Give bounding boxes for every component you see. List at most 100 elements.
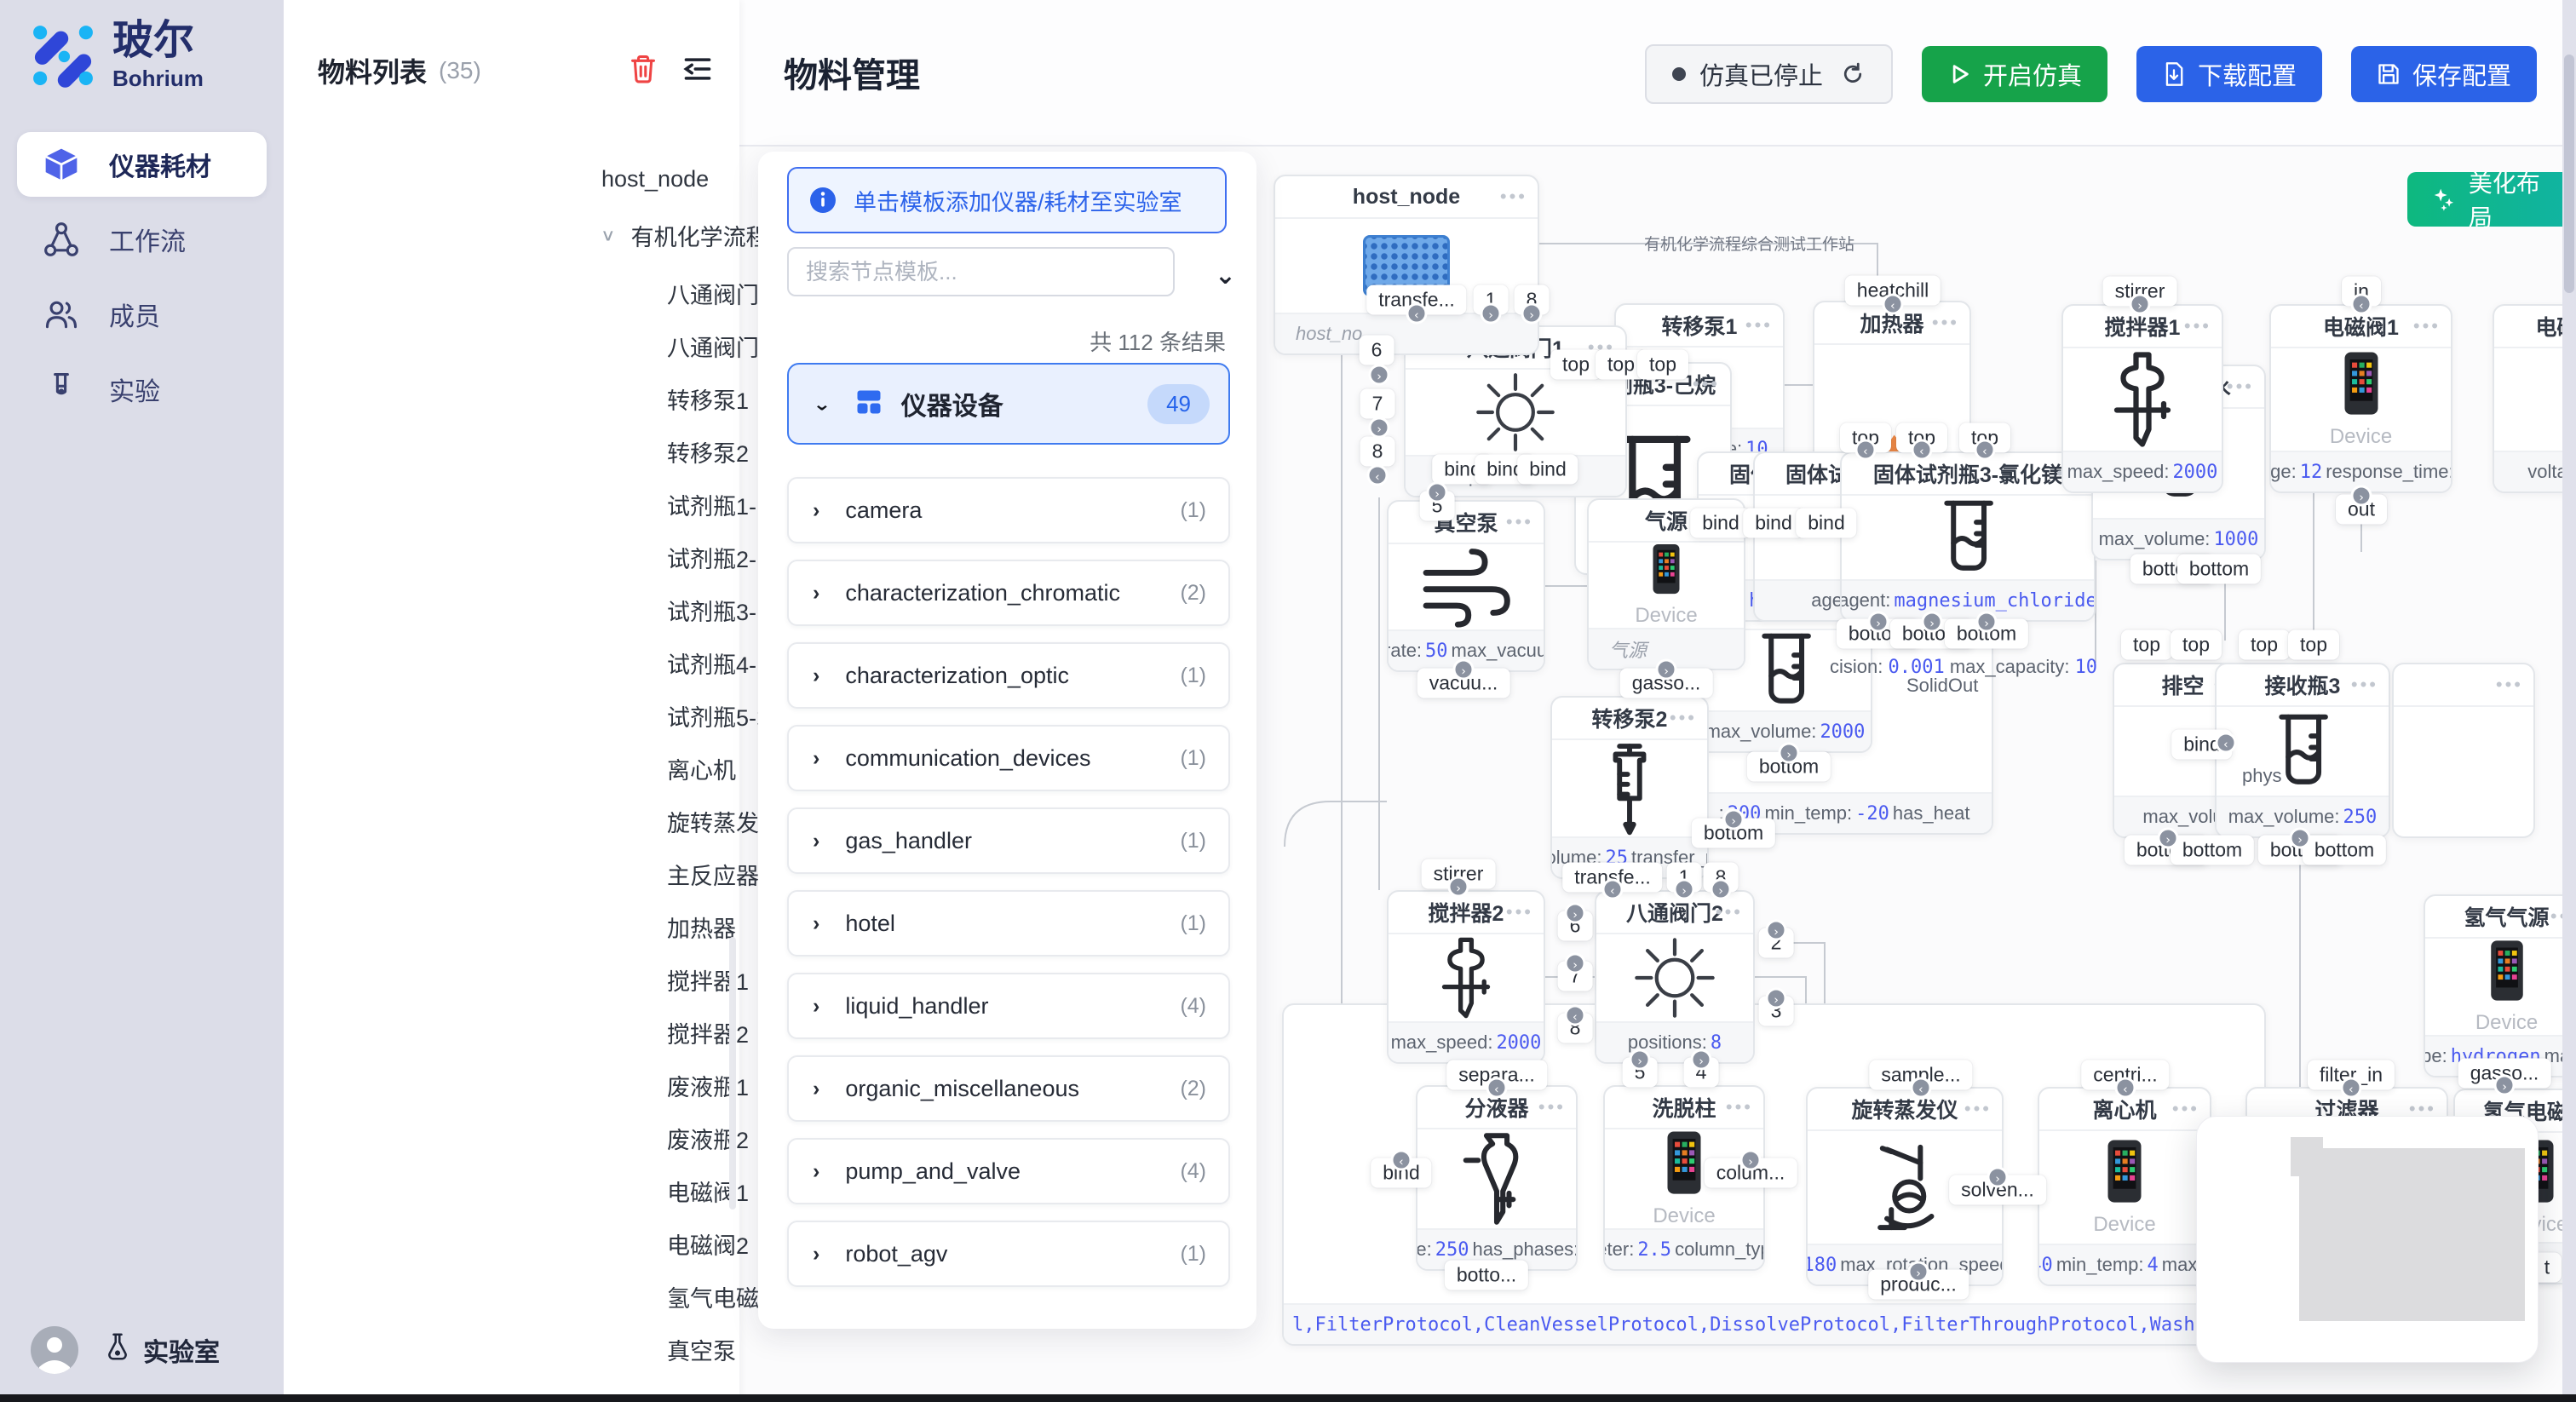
minimap[interactable] xyxy=(2196,1116,2539,1363)
port-dot[interactable]: › xyxy=(1656,659,1677,681)
port-dot[interactable]: › xyxy=(1922,612,1943,633)
port-dot[interactable]: ‹ xyxy=(1367,465,1389,486)
template-category-gas_handler[interactable]: › gas_handler (1) xyxy=(787,807,1230,874)
port-dot[interactable]: ‹ xyxy=(1975,440,1996,461)
template-category-communication_devices[interactable]: › communication_devices (1) xyxy=(787,725,1230,791)
template-category-organic_miscellaneous[interactable]: › organic_miscellaneous (2) xyxy=(787,1055,1230,1122)
tree-item[interactable]: 主反应器 xyxy=(667,850,759,898)
port-dot[interactable]: ‹ xyxy=(1912,440,1933,461)
collapse-list-icon[interactable] xyxy=(681,55,714,88)
port-dot[interactable]: › xyxy=(1565,903,1586,924)
tree-item[interactable]: 转移泵1 xyxy=(667,375,749,422)
port-dot[interactable]: ‹ xyxy=(2341,1077,2362,1099)
materials-scrollbar[interactable] xyxy=(729,937,736,1210)
node-menu-icon[interactable]: ••• xyxy=(2413,306,2441,347)
sidebar-item-1[interactable]: 工作流 xyxy=(17,207,267,272)
beautify-layout-button[interactable]: 美化布局 xyxy=(2407,172,2576,227)
canvas-node[interactable]: 离心机•••Devicep: 40 min_temp: 4 max_spe xyxy=(2038,1087,2211,1286)
node-menu-icon[interactable]: ••• xyxy=(1745,305,1773,346)
port-dot[interactable]: › xyxy=(2130,294,2151,315)
page-scrollbar-thumb[interactable] xyxy=(2564,55,2574,293)
avatar[interactable] xyxy=(31,1326,78,1374)
node-menu-icon[interactable]: ••• xyxy=(1506,502,1533,543)
template-category-camera[interactable]: › camera (1) xyxy=(787,477,1230,543)
node-menu-icon[interactable]: ••• xyxy=(1538,1087,1566,1128)
port-dot[interactable]: ‹ xyxy=(1855,440,1877,461)
port-dot[interactable]: › xyxy=(2351,486,2372,507)
canvas-node[interactable]: 接收瓶3•••max_volume: 250 xyxy=(2215,663,2390,838)
template-category-characterization_chromatic[interactable]: › characterization_chromatic (2) xyxy=(787,560,1230,626)
template-category-characterization_optic[interactable]: › characterization_optic (1) xyxy=(787,642,1230,709)
port-dot[interactable]: › xyxy=(2494,1075,2516,1096)
node-menu-icon[interactable]: ••• xyxy=(2496,664,2523,705)
port-dot[interactable]: › xyxy=(1427,482,1448,503)
port-dot[interactable]: › xyxy=(1723,809,1745,830)
sidebar-item-0[interactable]: 仪器耗材 xyxy=(17,132,267,197)
start-simulation-button[interactable]: 开启仿真 xyxy=(1922,46,2107,102)
port-dot[interactable]: ‹ xyxy=(1486,1077,1508,1099)
sidebar-item-2[interactable]: 成员 xyxy=(17,282,267,347)
template-category-liquid_handler[interactable]: › liquid_handler (4) xyxy=(787,973,1230,1039)
tree-item[interactable]: 电磁阀1 xyxy=(667,1167,749,1215)
template-category-pump_and_valve[interactable]: › pump_and_valve (4) xyxy=(787,1138,1230,1204)
canvas-node[interactable]: 电磁阀1•••Devicevoltage: 12 response_time: … xyxy=(2269,304,2452,493)
port-dot[interactable]: › xyxy=(1987,1167,2009,1188)
port-dot[interactable]: › xyxy=(1691,1049,1712,1071)
tree-item[interactable]: 转移泵2 xyxy=(667,428,749,475)
port-dot[interactable]: ‹ xyxy=(2351,294,2372,315)
canvas-node[interactable]: host_node•••host_no... xyxy=(1274,175,1539,355)
node-menu-icon[interactable]: ••• xyxy=(1670,698,1697,738)
port-dot[interactable]: › xyxy=(1976,612,1998,633)
node-menu-icon[interactable]: ••• xyxy=(1964,1089,1992,1129)
sidebar-item-lab[interactable]: 实验室 xyxy=(102,1331,220,1369)
port-dot[interactable]: › xyxy=(1908,1261,1929,1283)
node-menu-icon[interactable]: ••• xyxy=(2184,306,2211,347)
template-group-instruments[interactable]: ⌄ 仪器设备 49 xyxy=(787,363,1230,445)
canvas-node[interactable]: 固体试剂瓶3-氯化镁•••agent: magnesium_chloride xyxy=(1840,451,2096,622)
tree-item[interactable]: 加热器 xyxy=(667,903,736,951)
port-dot[interactable]: › xyxy=(1630,1049,1651,1071)
tree-item[interactable]: 八通阀门2 xyxy=(667,322,772,370)
canvas-node[interactable]: 转移泵2•••max_volume: 25 transfer_rate: 10 xyxy=(1550,696,1709,879)
search-template-input[interactable] xyxy=(787,247,1175,296)
node-menu-icon[interactable]: ••• xyxy=(1506,892,1533,933)
node-menu-icon[interactable]: ••• xyxy=(1693,364,1720,405)
port-dot[interactable]: › xyxy=(1740,1150,1762,1171)
trash-icon[interactable] xyxy=(629,54,658,89)
port-dot[interactable]: › xyxy=(1521,303,1543,325)
tree-item[interactable]: 八通阀门1 xyxy=(667,269,772,317)
tree-item[interactable]: 搅拌器2 xyxy=(667,1008,749,1056)
port-dot[interactable]: › xyxy=(2290,828,2311,849)
tree-item[interactable]: 搅拌器1 xyxy=(667,956,749,1003)
port-dot[interactable]: › xyxy=(1711,879,1732,900)
node-menu-icon[interactable]: ••• xyxy=(2351,664,2378,705)
port-dot[interactable]: ‹ xyxy=(1406,303,1428,325)
port-dot[interactable]: ‹ xyxy=(1391,1150,1412,1171)
port-dot[interactable]: ‹ xyxy=(1602,879,1624,900)
node-menu-icon[interactable]: ••• xyxy=(2227,366,2254,407)
canvas-node[interactable]: 分液器•••volume: 250 has_phases: true xyxy=(1416,1085,1578,1271)
node-menu-icon[interactable]: ••• xyxy=(2172,1089,2199,1129)
tree-item[interactable]: 废液瓶2 xyxy=(667,1114,749,1162)
tree-item[interactable]: 真空泵 xyxy=(667,1325,736,1373)
port-dot[interactable]: › xyxy=(1481,303,1502,325)
port-dot[interactable]: ‹ xyxy=(1911,1077,1932,1099)
download-config-button[interactable]: 下载配置 xyxy=(2136,46,2322,102)
sidebar-item-3[interactable]: 实验 xyxy=(17,357,267,422)
tree-item[interactable]: 电磁阀2 xyxy=(667,1220,749,1267)
node-menu-icon[interactable]: ••• xyxy=(1726,1087,1753,1128)
canvas-node[interactable]: ••• xyxy=(2392,663,2535,838)
port-dot[interactable]: › xyxy=(1779,743,1800,764)
port-dot[interactable]: › xyxy=(1369,417,1390,439)
port-dot[interactable]: › xyxy=(1674,879,1695,900)
canvas-node[interactable]: 八通阀门2•••positions: 8 xyxy=(1595,890,1755,1064)
port-dot[interactable]: ‹ xyxy=(2115,1077,2136,1099)
port-dot[interactable]: › xyxy=(1453,659,1475,681)
sim-status-pill[interactable]: 仿真已停止 xyxy=(1645,44,1893,104)
tree-item[interactable]: 废液瓶1 xyxy=(667,1061,749,1109)
template-category-hotel[interactable]: › hotel (1) xyxy=(787,890,1230,957)
canvas-node[interactable]: 搅拌器1•••max_speed: 2000 xyxy=(2061,304,2223,493)
canvas-node[interactable]: 氢气气源•••Device_type: hydrogen max_pre xyxy=(2424,894,2576,1077)
tree-item[interactable]: 离心机 xyxy=(667,744,736,792)
port-dot[interactable]: › xyxy=(2158,828,2179,849)
